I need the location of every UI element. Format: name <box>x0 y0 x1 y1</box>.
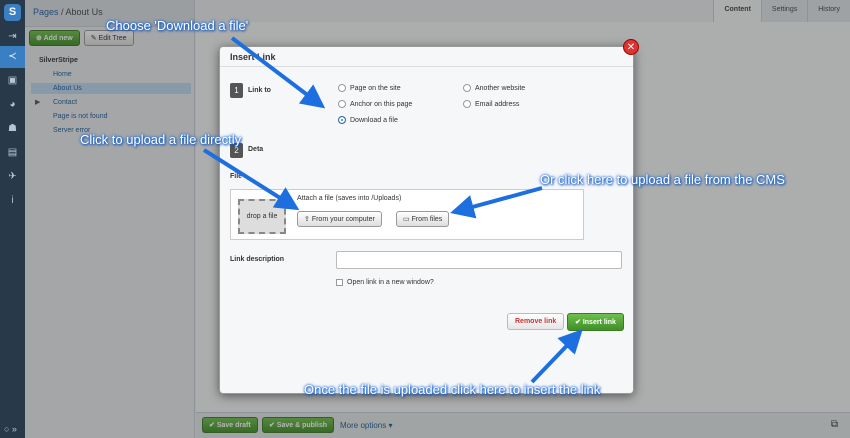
radio-selected-icon[interactable] <box>338 116 346 124</box>
drop-zone[interactable]: drop a file <box>238 199 286 234</box>
radio-email[interactable]: Email address <box>463 100 519 108</box>
pages-icon[interactable]: ≺ <box>0 46 25 68</box>
radio-download-file[interactable]: Download a file <box>338 116 398 124</box>
radio-anchor[interactable]: Anchor on this page <box>338 100 412 108</box>
help-icon[interactable]: i <box>5 194 20 207</box>
radio-another-website[interactable]: Another website <box>463 84 525 92</box>
collapse-menu-icon[interactable]: ○ » <box>4 424 17 434</box>
step-1-badge: 1 <box>230 83 243 98</box>
annotation-choose-download: Choose 'Download a file' <box>106 18 249 33</box>
open-new-window-checkbox[interactable]: Open link in a new window? <box>336 279 434 286</box>
settings-icon[interactable]: ▤ <box>5 146 20 159</box>
link-to-label: Link to <box>248 87 271 94</box>
files-icon[interactable]: ▣ <box>5 74 20 87</box>
link-description-label: Link description <box>230 256 285 263</box>
file-upload-field: drop a file Attach a file (saves into /U… <box>230 189 584 240</box>
upload-icon: ⇪ <box>304 216 310 223</box>
cms-menu-rail: S ⇥ ≺ ▣ ◕ ☗ ▤ ✈ i ○ » <box>0 0 25 438</box>
details-label: Deta <box>248 146 264 153</box>
link-description-input[interactable] <box>336 251 622 269</box>
campaigns-icon[interactable]: ✈ <box>5 170 20 183</box>
radio-icon[interactable] <box>338 84 346 92</box>
radio-icon[interactable] <box>463 100 471 108</box>
silverstripe-logo-icon[interactable]: S <box>4 4 21 21</box>
file-label: File <box>230 173 243 180</box>
radio-icon[interactable] <box>463 84 471 92</box>
remove-link-button[interactable]: Remove link <box>507 313 565 330</box>
close-icon[interactable]: ✕ <box>623 39 639 55</box>
check-icon: ✔ <box>575 319 581 326</box>
logout-icon[interactable]: ⇥ <box>5 30 20 43</box>
insert-link-button[interactable]: ✔ Insert link <box>567 313 624 331</box>
from-computer-button[interactable]: ⇪ From your computer <box>297 211 382 227</box>
from-files-button[interactable]: ▭ From files <box>396 211 450 227</box>
checkbox-icon[interactable] <box>336 279 343 286</box>
annotation-upload-from-cms: Or click here to upload a file from the … <box>540 172 785 187</box>
annotation-insert-link: Once the file is uploaded click here to … <box>304 382 601 397</box>
attach-hint: Attach a file (saves into /Uploads) <box>297 195 402 202</box>
insert-link-dialog: Insert Link ✕ 1 Link to Page on the site… <box>219 39 639 394</box>
dialog-title: Insert Link <box>220 47 633 67</box>
security-icon[interactable]: ☗ <box>5 122 20 135</box>
radio-icon[interactable] <box>338 100 346 108</box>
annotation-upload-directly: Click to upload a file directly <box>80 132 242 147</box>
reports-icon[interactable]: ◕ <box>5 98 20 111</box>
radio-page-on-site[interactable]: Page on the site <box>338 84 401 92</box>
folder-icon: ▭ <box>403 216 410 223</box>
